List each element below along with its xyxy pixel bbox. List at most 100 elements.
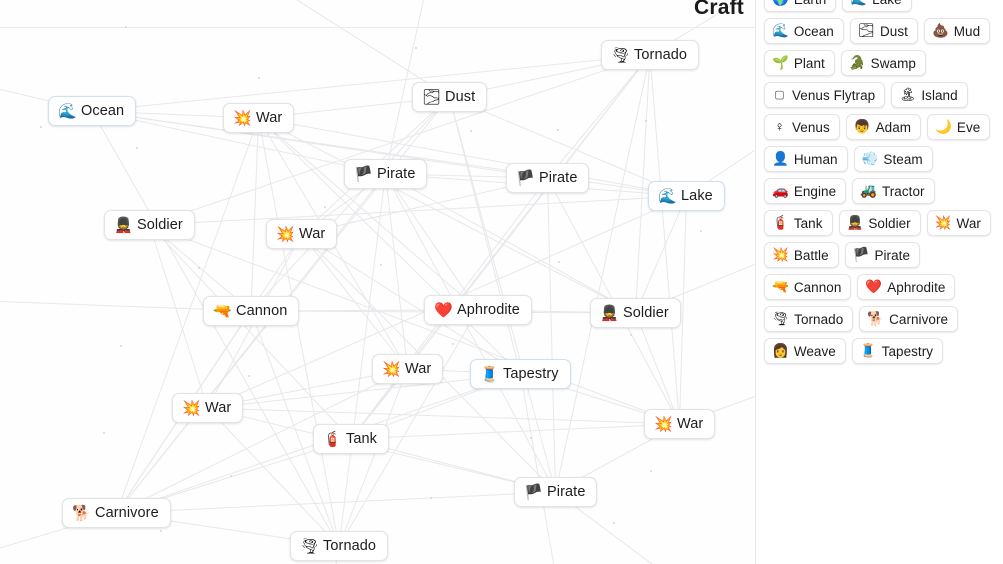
inventory-chip-label: Battle	[793, 247, 829, 263]
inventory-chip-lake[interactable]: 🌊 Lake	[842, 0, 912, 12]
canvas-speck	[248, 375, 250, 377]
canvas-node-label: War	[205, 400, 232, 416]
canvas-node-label: Tornado	[323, 538, 377, 554]
craft-canvas[interactable]: Craft 🌊 Ocean 💥 War 🌫 Dust 🌪 Tornado 🏴 Pirate 🏴 Pir…	[0, 0, 756, 564]
canvas-node[interactable]: 🧵 Tapestry	[470, 359, 571, 389]
canvas-speck	[557, 129, 559, 131]
canvas-node[interactable]: 🌪 Tornado	[601, 40, 700, 70]
cannon-icon: 🔫	[772, 279, 789, 295]
canvas-node[interactable]: 🏴 Pirate	[514, 477, 598, 507]
pirate-icon: 🏴	[524, 483, 543, 501]
inventory-chip-soldier[interactable]: 💂 Soldier	[838, 210, 921, 236]
canvas-node[interactable]: 💥 War	[223, 103, 295, 133]
inventory-chip-eve[interactable]: 🌙 Eve	[927, 114, 991, 140]
inventory-chip-label: Cannon	[793, 279, 842, 295]
canvas-speck	[558, 261, 560, 263]
soldier-icon: 💂	[114, 216, 133, 234]
canvas-node[interactable]: 🧯 Tank	[313, 424, 390, 454]
canvas-node-label: Tornado	[634, 47, 688, 63]
lake-icon: 🌊	[658, 187, 677, 205]
inventory-chip-pirate[interactable]: 🏴 Pirate	[844, 242, 921, 268]
pirate-icon: 🏴	[354, 165, 373, 183]
adam-icon: 👦	[853, 119, 871, 135]
canvas-node[interactable]: 🔫 Cannon	[203, 296, 300, 326]
canvas-speck	[452, 343, 454, 345]
tractor-icon: 🚜	[860, 183, 877, 199]
inventory-chip-mud[interactable]: 💩 Mud	[923, 18, 991, 44]
canvas-node[interactable]: 💂 Soldier	[104, 210, 195, 240]
canvas-speck	[160, 530, 162, 532]
inventory-chip-label: Earth	[794, 0, 827, 7]
canvas-node[interactable]: 💥 War	[372, 354, 444, 384]
canvas-node[interactable]: 💂 Soldier	[590, 298, 681, 328]
inventory-sidebar[interactable]: 🌍Earth🌊Lake🌊Ocean🌫Dust💩Mud🌱Plant🐊SwampVe…	[756, 0, 1003, 564]
inventory-chip-human[interactable]: 👤 Human	[764, 146, 848, 172]
canvas-node[interactable]: 🐕 Carnivore	[62, 498, 171, 528]
inventory-chip-tapestry[interactable]: 🧵 Tapestry	[851, 338, 944, 364]
dust-icon: 🌫	[857, 23, 875, 39]
inventory-chip-cannon[interactable]: 🔫 Cannon	[764, 274, 852, 300]
canvas-node[interactable]: 💥 War	[172, 393, 244, 423]
canvas-node[interactable]: 🌊 Ocean	[48, 96, 137, 126]
canvas-node[interactable]: ❤️ Aphrodite	[424, 295, 532, 325]
inventory-chip-dust[interactable]: 🌫 Dust	[849, 18, 918, 44]
inventory-chip-venus[interactable]: ♀ Venus	[764, 114, 840, 140]
canvas-speck	[258, 77, 260, 79]
inventory-chip-aphrodite[interactable]: ❤️ Aphrodite	[857, 274, 956, 300]
inventory-chip-carnivore[interactable]: 🐕 Carnivore	[859, 306, 959, 332]
canvas-node-label: War	[256, 110, 283, 126]
canvas-node[interactable]: 💥 War	[266, 219, 338, 249]
plant-icon: 🌱	[772, 55, 789, 71]
inventory-chip-tank[interactable]: 🧯 Tank	[764, 210, 833, 236]
canvas-speck	[136, 147, 138, 149]
page-title: Craft	[693, 0, 744, 19]
venus-icon: ♀	[774, 119, 785, 135]
canvas-speck	[415, 47, 417, 49]
inventory-chip-swamp[interactable]: 🐊 Swamp	[840, 50, 926, 76]
canvas-speck	[324, 206, 326, 208]
inventory-chip-tractor[interactable]: 🚜 Tractor	[852, 178, 935, 204]
inventory-chip-weave[interactable]: 👩 Weave	[764, 338, 846, 364]
inventory-chip-adam[interactable]: 👦 Adam	[845, 114, 922, 140]
aphrodite-icon: ❤️	[865, 279, 883, 295]
inventory-chip-label: Dust	[879, 23, 908, 39]
crafting-app: Craft 🌊 Ocean 💥 War 🌫 Dust 🌪 Tornado 🏴 Pirate 🏴 Pir…	[0, 0, 1003, 564]
inventory-chip-war[interactable]: 💥 War	[926, 210, 991, 236]
inventory-chip-label: Engine	[793, 183, 837, 199]
canvas-node[interactable]: 🏴 Pirate	[506, 163, 590, 193]
inventory-chip-label: Plant	[793, 55, 825, 71]
inventory-chip-venus-flytrap[interactable]: Venus Flytrap	[764, 82, 886, 108]
inventory-chip-earth[interactable]: 🌍 Earth	[764, 0, 837, 12]
steam-icon: 💨	[861, 151, 879, 167]
tornado-icon: 🌪	[300, 537, 320, 555]
inventory-chip-label: Tapestry	[881, 343, 934, 359]
canvas-node[interactable]: 🏴 Pirate	[344, 159, 428, 189]
inventory-chip-island[interactable]: 🏝 Island	[891, 82, 968, 108]
inventory-chip-label: Lake	[872, 0, 901, 7]
canvas-node[interactable]: 🌊 Lake	[648, 181, 725, 211]
inventory-chip-label: Human	[793, 151, 838, 167]
inventory-chip-battle[interactable]: 💥 Battle	[764, 242, 839, 268]
swamp-icon: 🐊	[848, 55, 866, 71]
canvas-speck	[645, 120, 647, 122]
inventory-chip-engine[interactable]: 🚗 Engine	[764, 178, 847, 204]
canvas-speck	[103, 432, 105, 434]
inventory-chip-ocean[interactable]: 🌊 Ocean	[764, 18, 844, 44]
war-icon: 💥	[276, 225, 295, 243]
inventory-chip-steam[interactable]: 💨 Steam	[853, 146, 933, 172]
canvas-node[interactable]: 💥 War	[644, 409, 716, 439]
inventory-chip-plant[interactable]: 🌱 Plant	[764, 50, 835, 76]
inventory-chip-tornado[interactable]: 🌪 Tornado	[764, 306, 854, 332]
ocean-icon: 🌊	[58, 102, 77, 120]
canvas-speck	[430, 497, 432, 499]
canvas-node[interactable]: 🌪 Tornado	[290, 531, 389, 561]
canvas-node[interactable]: 🌫 Dust	[412, 82, 488, 112]
tapestry-icon: 🧵	[859, 343, 877, 359]
canvas-speck	[700, 230, 702, 232]
canvas-speck	[380, 264, 382, 266]
canvas-node-label: Carnivore	[95, 505, 159, 521]
earth-icon: 🌍	[772, 0, 789, 6]
canvas-speck	[630, 334, 632, 336]
mud-icon: 💩	[931, 23, 949, 39]
inventory-chip-label: Adam	[875, 119, 912, 135]
